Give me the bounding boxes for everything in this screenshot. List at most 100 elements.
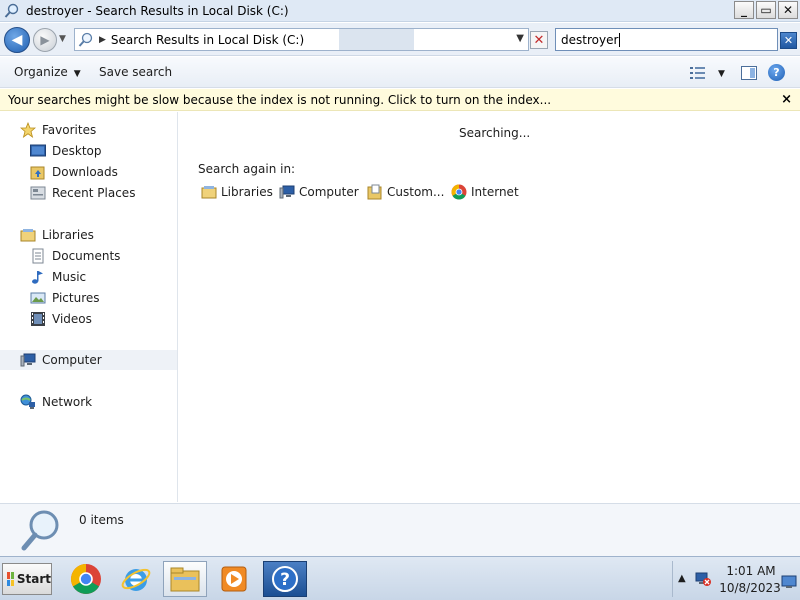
close-icon: ✕ [783,34,794,47]
search-again-computer-label: Computer [299,185,359,199]
close-infobar-button[interactable]: × [781,92,792,107]
nav-downloads[interactable]: Downloads [30,162,118,182]
save-search-button[interactable]: Save search [99,65,172,79]
results-area[interactable]: Searching... Search again in: Libraries … [179,112,800,502]
nav-label: Documents [52,249,121,263]
desktop-icon [30,144,46,157]
breadcrumb-chevron-icon[interactable]: ▶ [99,35,106,45]
nav-label: Desktop [52,144,102,158]
breadcrumb[interactable]: Search Results in Local Disk (C:) [111,33,304,47]
chrome-icon [451,184,467,200]
downloads-folder-icon [30,166,45,180]
recent-places-icon [30,186,46,200]
windows-logo-icon [7,572,14,586]
chevron-down-icon[interactable]: ▼ [516,33,524,44]
search-again-internet[interactable]: Internet [451,184,519,200]
nav-label: Videos [52,312,92,326]
close-button[interactable]: ✕ [778,1,798,19]
search-again-custom-label: Custom... [387,185,445,199]
documents-icon [32,248,44,264]
nav-libraries[interactable]: Libraries [20,225,94,245]
forward-arrow-icon: ▶ [40,33,50,47]
nav-desktop[interactable]: Desktop [30,141,102,161]
change-view-icon[interactable] [690,66,706,80]
recent-pages-dropdown[interactable]: ▼ [59,34,66,44]
help-button[interactable]: ? [768,64,785,81]
command-bar: Organize ▼ Save search ▼ ? [0,57,800,88]
help-icon: ? [272,566,298,592]
computer-icon [279,185,295,199]
taskbar-media-player[interactable] [212,561,256,597]
search-icon [4,3,19,18]
nav-computer[interactable]: Computer [0,350,177,370]
nav-label: Downloads [52,165,118,179]
clock-date[interactable]: 10/8/2023 [719,581,781,595]
taskbar-chrome[interactable] [64,561,108,597]
system-tray: ▲ 1:01 AM 10/8/2023 [672,561,800,597]
address-bar-progress [339,29,414,50]
close-icon: ✕ [533,32,545,48]
taskbar-explorer[interactable] [163,561,207,597]
network-icon [20,394,35,409]
nav-label: Favorites [42,123,97,137]
index-warning-message[interactable]: Your searches might be slow because the … [8,93,551,107]
stop-search-button[interactable]: ✕ [530,31,548,49]
nav-favorites[interactable]: Favorites [20,120,96,140]
taskbar: Start ? ▲ 1:01 AM 10/8/2023 [0,556,800,600]
search-again-custom[interactable]: Custom... [367,184,444,200]
svg-text:?: ? [280,570,290,590]
maximize-button[interactable]: ▭ [756,1,776,19]
taskbar-internet-explorer[interactable] [114,561,158,597]
view-options-dropdown[interactable]: ▼ [718,69,725,79]
help-icon: ? [773,66,780,79]
search-input[interactable]: destroyer [555,28,778,51]
nav-videos[interactable]: Videos [30,309,92,329]
nav-recent-places[interactable]: Recent Places [30,183,135,203]
organize-button[interactable]: Organize ▼ [14,65,81,79]
search-again-internet-label: Internet [471,185,519,199]
clock-time[interactable]: 1:01 AM [723,564,779,578]
nav-label: Computer [42,353,102,367]
back-button[interactable]: ◀ [4,27,30,53]
show-desktop-icon[interactable] [781,575,797,589]
search-again-label: Search again in: [198,162,296,176]
music-icon [32,271,43,284]
search-status: Searching... [459,126,531,140]
libraries-icon [20,229,36,242]
search-again-libraries-label: Libraries [221,185,273,199]
search-again-computer[interactable]: Computer [279,184,359,200]
search-input-value: destroyer [561,32,619,47]
organize-label: Organize [14,65,68,79]
index-warning-bar[interactable]: Your searches might be slow because the … [0,89,800,111]
address-bar[interactable]: ▶ Search Results in Local Disk (C:) ▼ [74,28,529,51]
text-caret [619,32,621,47]
star-icon [20,122,36,138]
pictures-icon [30,292,46,304]
back-arrow-icon: ◀ [11,32,23,48]
clear-search-button[interactable]: ✕ [780,32,797,49]
item-count: 0 items [79,513,124,527]
custom-folder-icon [367,184,382,200]
forward-button[interactable]: ▶ [33,28,57,52]
nav-label: Network [42,395,93,409]
videos-icon [31,312,45,326]
navigation-pane: Favorites Desktop Downloads Recent Place… [0,112,178,502]
minimize-button[interactable]: _ [734,1,754,19]
magnifier-icon [21,510,59,551]
preview-pane-button[interactable] [741,66,757,80]
nav-label: Libraries [42,228,94,242]
taskbar-help[interactable]: ? [263,561,307,597]
show-hidden-icons-button[interactable]: ▲ [678,573,686,584]
nav-music[interactable]: Music [30,267,86,287]
search-icon [78,32,93,47]
network-disconnected-icon[interactable] [694,571,712,587]
search-again-libraries[interactable]: Libraries [201,184,273,200]
start-button[interactable]: Start [2,563,52,595]
nav-label: Pictures [52,291,100,305]
nav-pictures[interactable]: Pictures [30,288,100,308]
nav-documents[interactable]: Documents [30,246,120,266]
folder-icon [170,567,200,592]
media-player-icon [221,566,247,592]
internet-explorer-icon [121,568,151,591]
nav-network[interactable]: Network [20,392,92,412]
